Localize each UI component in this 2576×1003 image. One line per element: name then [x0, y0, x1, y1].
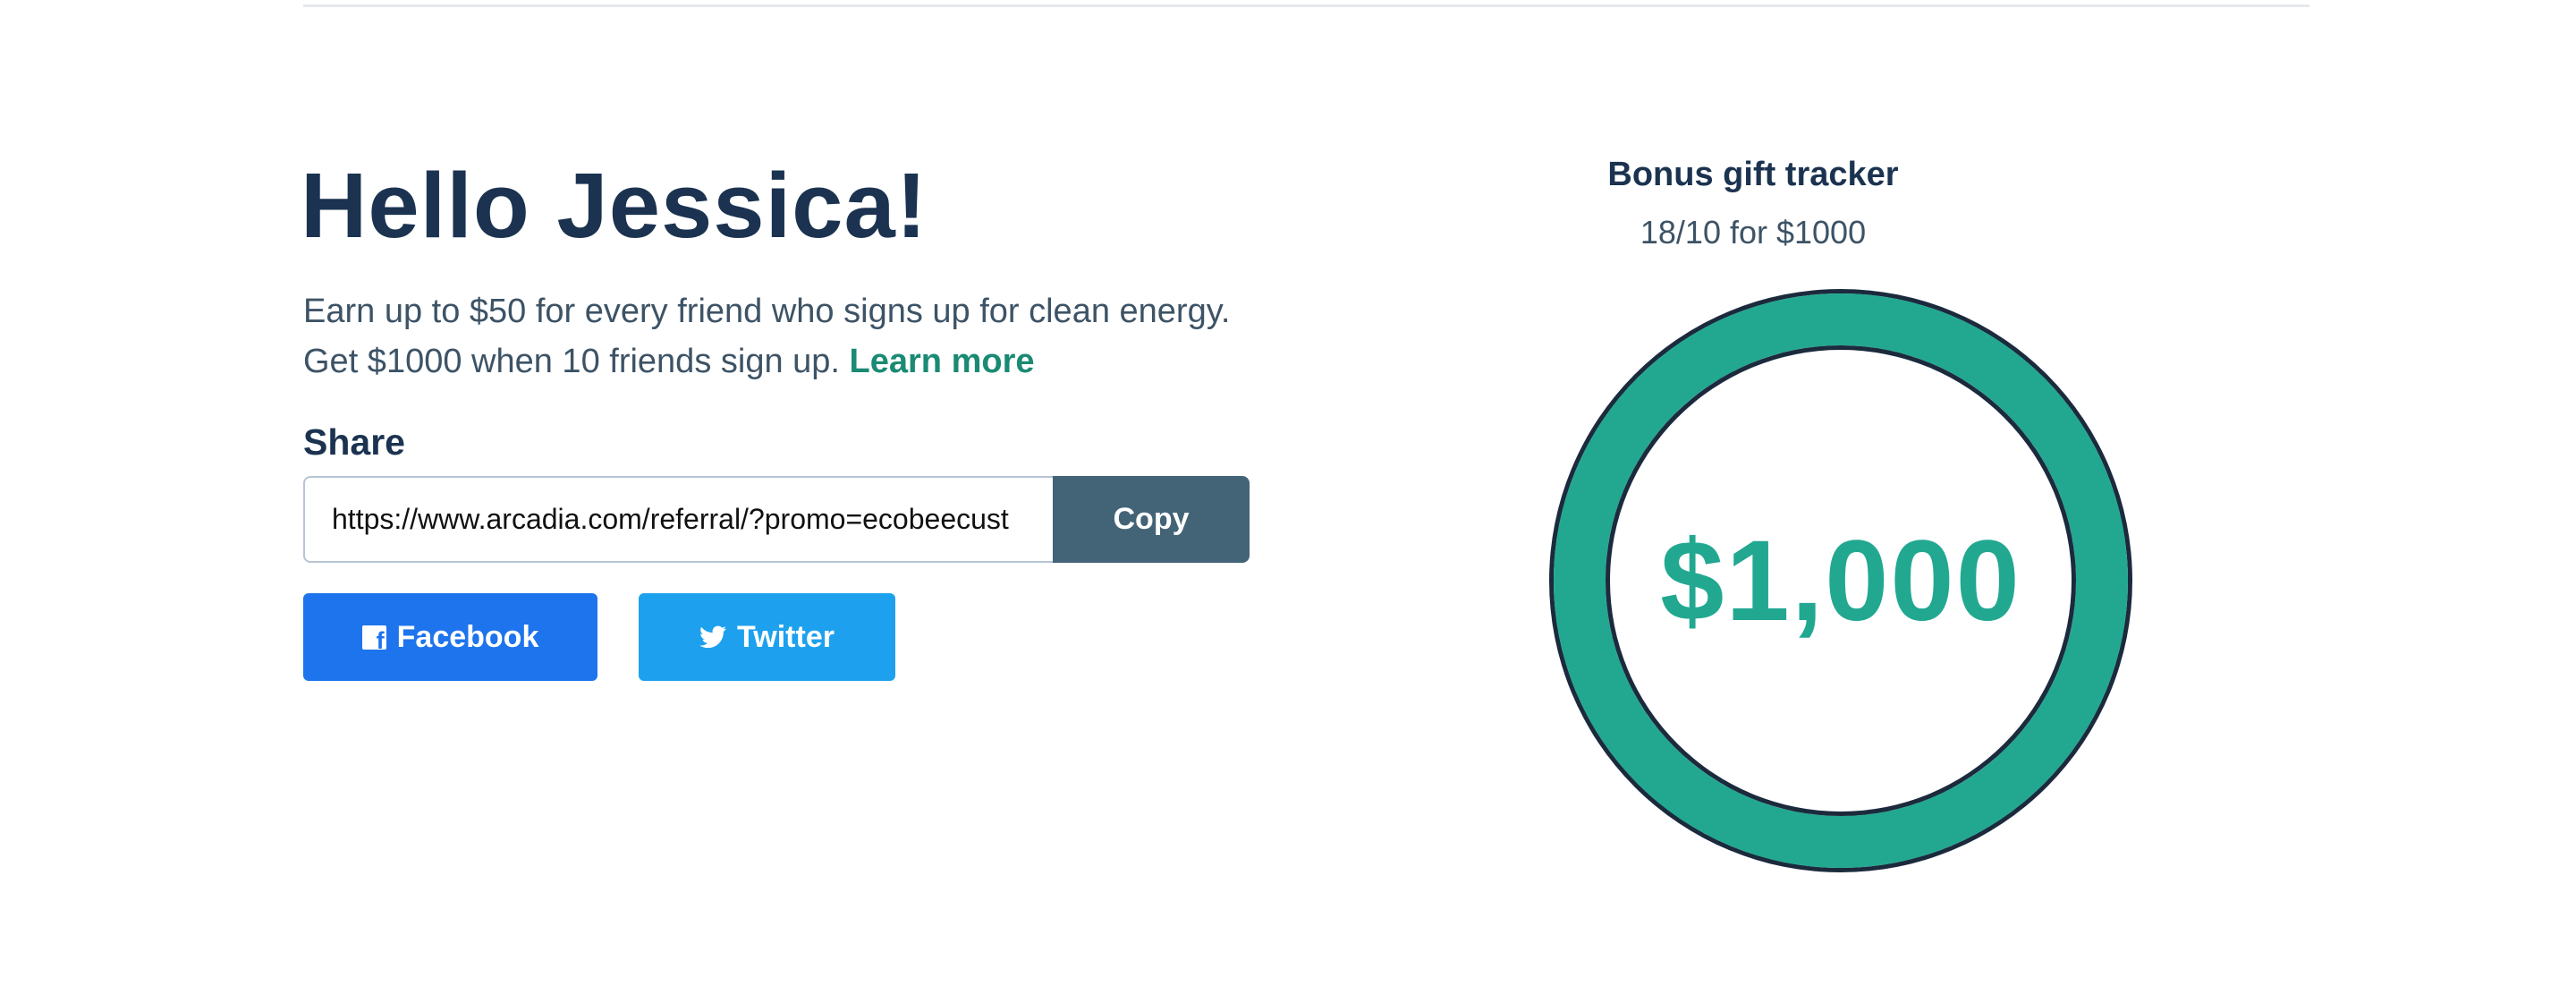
- intro-text: Earn up to $50 for every friend who sign…: [303, 286, 1287, 387]
- header-divider: [303, 4, 2309, 7]
- referral-url-input[interactable]: [303, 476, 1053, 563]
- facebook-label: Facebook: [396, 619, 539, 654]
- tracker-progress-text: 18/10 for $1000: [1640, 214, 1867, 251]
- referral-link-group: Copy: [303, 476, 1250, 563]
- copy-button[interactable]: Copy: [1053, 476, 1250, 563]
- twitter-share-button[interactable]: Twitter: [639, 593, 895, 681]
- facebook-icon: f: [361, 625, 386, 652]
- learn-more-link[interactable]: Learn more: [850, 343, 1035, 380]
- page-title: Hello Jessica!: [301, 154, 928, 257]
- share-heading: Share: [303, 421, 405, 463]
- referral-page: Hello Jessica! Earn up to $50 for every …: [0, 0, 2576, 1003]
- tracker-title: Bonus gift tracker: [1607, 156, 1899, 193]
- bonus-amount: $1,000: [1660, 516, 2021, 645]
- intro-body: Earn up to $50 for every friend who sign…: [303, 293, 1231, 380]
- social-share-buttons: f Facebook Twitter: [303, 593, 895, 681]
- facebook-share-button[interactable]: f Facebook: [303, 593, 597, 681]
- twitter-bird-icon: [699, 625, 727, 649]
- twitter-label: Twitter: [737, 619, 835, 654]
- bonus-progress-ring: $1,000: [1547, 287, 2134, 874]
